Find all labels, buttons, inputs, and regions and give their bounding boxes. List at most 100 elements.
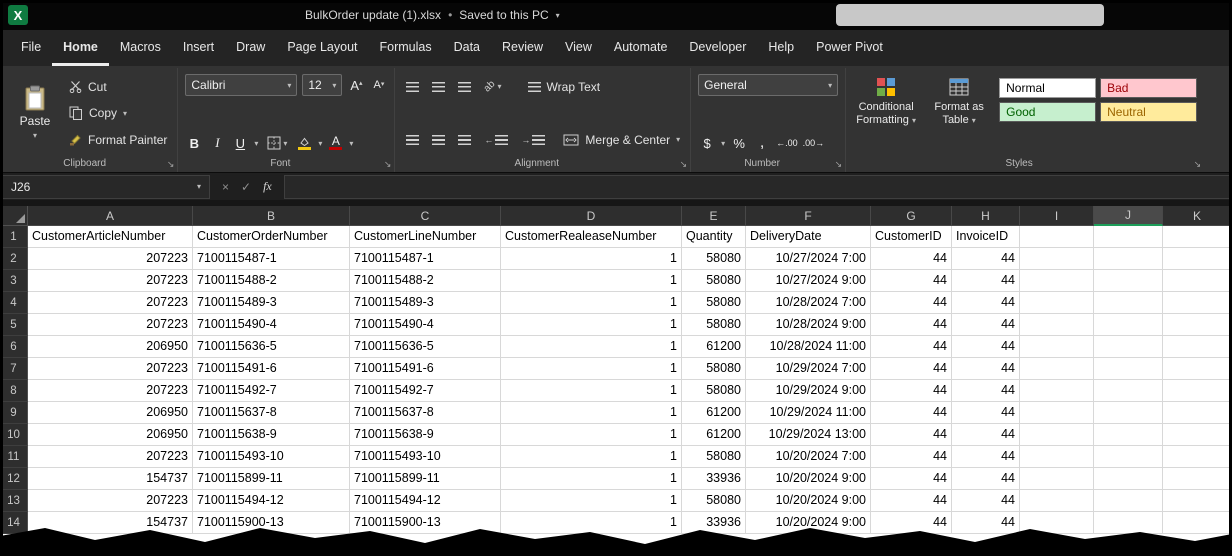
column-header-A[interactable]: A [28, 206, 193, 226]
cell-B6[interactable]: 7100115636-5 [193, 336, 350, 358]
cell-E1[interactable]: Quantity [682, 226, 746, 248]
cell-E9[interactable]: 61200 [682, 402, 746, 424]
cell-B5[interactable]: 7100115490-4 [193, 314, 350, 336]
cell-B3[interactable]: 7100115488-2 [193, 270, 350, 292]
tab-power-pivot[interactable]: Power Pivot [805, 30, 894, 66]
cell-B4[interactable]: 7100115489-3 [193, 292, 350, 314]
cell-style-normal[interactable]: Normal [999, 78, 1096, 98]
comma-style-button[interactable]: , [753, 134, 771, 152]
cell-E10[interactable]: 61200 [682, 424, 746, 446]
cell-K8[interactable] [1163, 380, 1232, 402]
column-header-B[interactable]: B [193, 206, 350, 226]
cell-E2[interactable]: 58080 [682, 248, 746, 270]
merge-center-button[interactable]: Merge & Center ▾ [560, 127, 683, 152]
tab-draw[interactable]: Draw [225, 30, 276, 66]
cell-K3[interactable] [1163, 270, 1232, 292]
cell-B2[interactable]: 7100115487-1 [193, 248, 350, 270]
row-header-6[interactable]: 6 [0, 336, 28, 358]
cell-C4[interactable]: 7100115489-3 [350, 292, 501, 314]
increase-indent-button[interactable]: → [517, 133, 549, 147]
cell-D9[interactable]: 1 [501, 402, 682, 424]
borders-button[interactable]: ▾ [263, 134, 291, 152]
cell-A7[interactable]: 207223 [28, 358, 193, 380]
cell-J10[interactable] [1094, 424, 1163, 446]
document-title[interactable]: BulkOrder update (1).xlsx • Saved to thi… [305, 0, 560, 30]
cell-H1[interactable]: InvoiceID [952, 226, 1020, 248]
cell-K10[interactable] [1163, 424, 1232, 446]
decrease-indent-button[interactable]: ← [480, 133, 512, 147]
cell-H8[interactable]: 44 [952, 380, 1020, 402]
tab-file[interactable]: File [10, 30, 52, 66]
cell-B7[interactable]: 7100115491-6 [193, 358, 350, 380]
cell-G8[interactable]: 44 [871, 380, 952, 402]
cell-H11[interactable]: 44 [952, 446, 1020, 468]
cell-G7[interactable]: 44 [871, 358, 952, 380]
cell-E3[interactable]: 58080 [682, 270, 746, 292]
cell-F8[interactable]: 10/29/2024 9:00 [746, 380, 871, 402]
cell-E13[interactable]: 58080 [682, 490, 746, 512]
cell-H14[interactable]: 44 [952, 512, 1020, 534]
column-header-I[interactable]: I [1020, 206, 1094, 226]
cell-style-good[interactable]: Good [999, 102, 1096, 122]
cell-A11[interactable]: 207223 [28, 446, 193, 468]
cell-A13[interactable]: 207223 [28, 490, 193, 512]
cell-H9[interactable]: 44 [952, 402, 1020, 424]
cell-F1[interactable]: DeliveryDate [746, 226, 871, 248]
row-header-2[interactable]: 2 [0, 248, 28, 270]
cell-D3[interactable]: 1 [501, 270, 682, 292]
cell-B13[interactable]: 7100115494-12 [193, 490, 350, 512]
cell-G9[interactable]: 44 [871, 402, 952, 424]
cell-I2[interactable] [1020, 248, 1094, 270]
chevron-down-icon[interactable]: ▾ [349, 139, 353, 148]
orientation-button[interactable]: ab ▾ [480, 79, 505, 94]
cell-E11[interactable]: 58080 [682, 446, 746, 468]
cell-A12[interactable]: 154737 [28, 468, 193, 490]
cell-H7[interactable]: 44 [952, 358, 1020, 380]
row-header-12[interactable]: 12 [0, 468, 28, 490]
cell-K11[interactable] [1163, 446, 1232, 468]
align-right-button[interactable] [454, 133, 475, 147]
cell-H13[interactable]: 44 [952, 490, 1020, 512]
cell-J6[interactable] [1094, 336, 1163, 358]
chevron-down-icon[interactable]: ▾ [721, 139, 725, 148]
cell-E14[interactable]: 33936 [682, 512, 746, 534]
row-header-14[interactable]: 14 [0, 512, 28, 534]
cell-K9[interactable] [1163, 402, 1232, 424]
cancel-icon[interactable]: × [222, 180, 229, 194]
font-name-select[interactable]: Calibri ▾ [185, 74, 297, 96]
column-header-C[interactable]: C [350, 206, 501, 226]
cell-D7[interactable]: 1 [501, 358, 682, 380]
cell-I13[interactable] [1020, 490, 1094, 512]
align-center-button[interactable] [428, 133, 449, 147]
name-box[interactable]: J26 ▾ [2, 175, 210, 199]
cell-B10[interactable]: 7100115638-9 [193, 424, 350, 446]
row-header-10[interactable]: 10 [0, 424, 28, 446]
cell-K2[interactable] [1163, 248, 1232, 270]
select-all-button[interactable] [0, 206, 28, 226]
cell-style-neutral[interactable]: Neutral [1100, 102, 1197, 122]
cell-K5[interactable] [1163, 314, 1232, 336]
align-left-button[interactable] [402, 133, 423, 147]
wrap-text-button[interactable]: Wrap Text [525, 74, 604, 99]
cell-A2[interactable]: 207223 [28, 248, 193, 270]
row-header-9[interactable]: 9 [0, 402, 28, 424]
cell-C3[interactable]: 7100115488-2 [350, 270, 501, 292]
cell-H3[interactable]: 44 [952, 270, 1020, 292]
cell-D4[interactable]: 1 [501, 292, 682, 314]
font-size-select[interactable]: 12 ▾ [302, 74, 342, 96]
cell-G1[interactable]: CustomerID [871, 226, 952, 248]
number-dialog-launcher-icon[interactable]: ↘ [835, 159, 843, 170]
font-dialog-launcher-icon[interactable]: ↘ [384, 159, 392, 170]
cell-J14[interactable] [1094, 512, 1163, 534]
cell-D5[interactable]: 1 [501, 314, 682, 336]
chevron-down-icon[interactable]: ▾ [318, 139, 322, 148]
cell-F4[interactable]: 10/28/2024 7:00 [746, 292, 871, 314]
cell-G13[interactable]: 44 [871, 490, 952, 512]
cell-G14[interactable]: 44 [871, 512, 952, 534]
cell-G3[interactable]: 44 [871, 270, 952, 292]
tab-help[interactable]: Help [757, 30, 805, 66]
accounting-format-button[interactable]: $ [698, 136, 716, 151]
cell-F6[interactable]: 10/28/2024 11:00 [746, 336, 871, 358]
cell-F2[interactable]: 10/27/2024 7:00 [746, 248, 871, 270]
number-format-select[interactable]: General ▾ [698, 74, 838, 96]
